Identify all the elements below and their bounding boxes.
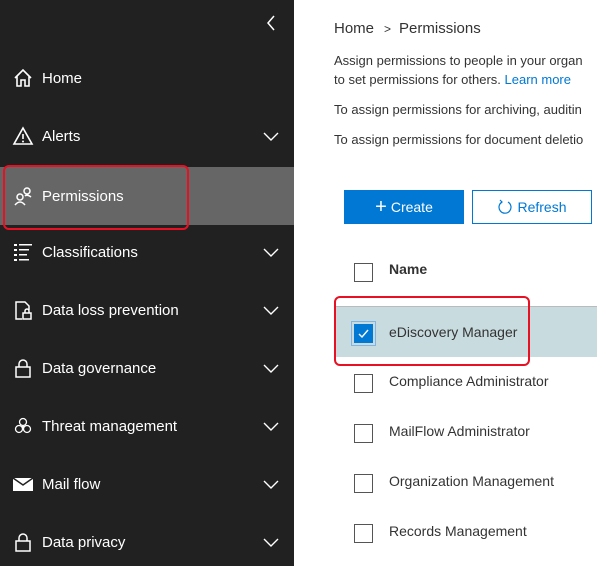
learn-more-link[interactable]: Learn more — [505, 72, 571, 87]
chevron-down-icon — [263, 422, 279, 431]
row-name: MailFlow Administrator — [389, 423, 530, 439]
breadcrumb-home[interactable]: Home — [334, 20, 374, 37]
lock-icon — [11, 356, 35, 380]
sidebar-item-permissions[interactable]: Permissions — [0, 167, 294, 225]
refresh-button[interactable]: Refresh — [472, 190, 592, 224]
column-header-name: Name — [389, 261, 428, 277]
breadcrumb: Home > Permissions — [334, 20, 481, 37]
row-name: Records Management — [389, 523, 527, 539]
sidebar-item-label: Data privacy — [42, 533, 126, 551]
sidebar-item-classifications[interactable]: Classifications — [0, 223, 294, 281]
description-text: to set permissions for others. — [334, 72, 505, 87]
sidebar-item-home[interactable]: Home — [0, 49, 294, 107]
row-name: Organization Management — [389, 473, 554, 489]
description-line: Assign permissions to people in your org… — [334, 53, 583, 68]
sidebar-item-label: Data governance — [42, 359, 157, 377]
list-icon — [11, 240, 35, 264]
warning-icon — [11, 124, 35, 148]
refresh-label: Refresh — [517, 199, 567, 215]
collapse-sidebar-button[interactable] — [262, 12, 282, 34]
description-line: to set permissions for others. Learn mor… — [334, 70, 571, 89]
sidebar-item-label: Alerts — [42, 127, 81, 145]
sidebar-item-label: Threat management — [42, 417, 178, 435]
table-row[interactable]: Compliance Administrator — [334, 356, 597, 406]
plus-icon: + — [375, 196, 387, 218]
table-row[interactable]: eDiscovery Manager — [334, 306, 597, 357]
chevron-down-icon — [263, 364, 279, 373]
sidebar-item-data-loss-prevention[interactable]: Data loss prevention — [0, 281, 294, 339]
create-button[interactable]: + Create — [344, 190, 464, 224]
breadcrumb-separator: > — [384, 22, 392, 36]
row-name: Compliance Administrator — [389, 373, 549, 389]
biohazard-icon — [11, 414, 35, 438]
sidebar-item-label: Permissions — [42, 187, 124, 205]
sidebar-item-label: Home — [42, 69, 83, 87]
chevron-left-icon — [267, 15, 275, 31]
description-line: To assign permissions for archiving, aud… — [334, 102, 582, 117]
table-row[interactable]: Organization Management — [334, 456, 597, 506]
refresh-icon — [498, 199, 513, 214]
description-line: To assign permissions for document delet… — [334, 132, 584, 147]
checkmark-icon — [358, 329, 369, 339]
table-row[interactable]: Records Management — [334, 506, 597, 556]
sidebar: Home Alerts Permissions Classifications … — [0, 0, 294, 566]
lock-icon — [11, 530, 35, 554]
sidebar-item-label: Data loss prevention — [42, 301, 179, 319]
row-name: eDiscovery Manager — [389, 324, 518, 340]
row-checkbox[interactable] — [354, 424, 373, 443]
breadcrumb-current: Permissions — [399, 20, 481, 37]
sidebar-item-mail-flow[interactable]: Mail flow — [0, 455, 294, 513]
home-icon — [11, 66, 35, 90]
row-checkbox[interactable] — [354, 524, 373, 543]
row-checkbox[interactable] — [351, 321, 376, 346]
sidebar-item-threat-management[interactable]: Threat management — [0, 397, 294, 455]
table-row[interactable]: MailFlow Administrator — [334, 406, 597, 456]
main-content: Home > Permissions Assign permissions to p… — [294, 0, 597, 566]
mail-icon — [11, 472, 35, 496]
people-icon — [11, 184, 35, 208]
sidebar-item-alerts[interactable]: Alerts — [0, 107, 294, 165]
chevron-down-icon — [263, 248, 279, 257]
sidebar-item-data-governance[interactable]: Data governance — [0, 339, 294, 397]
row-checkbox[interactable] — [354, 474, 373, 493]
select-all-checkbox[interactable] — [354, 263, 373, 282]
chevron-down-icon — [263, 538, 279, 547]
sidebar-item-label: Classifications — [42, 243, 138, 261]
chevron-down-icon — [263, 132, 279, 141]
chevron-down-icon — [263, 306, 279, 315]
row-checkbox[interactable] — [354, 374, 373, 393]
sidebar-item-data-privacy[interactable]: Data privacy — [0, 513, 294, 571]
chevron-down-icon — [263, 480, 279, 489]
sidebar-item-label: Mail flow — [42, 475, 101, 493]
create-label: Create — [390, 199, 433, 215]
document-lock-icon — [11, 298, 35, 322]
